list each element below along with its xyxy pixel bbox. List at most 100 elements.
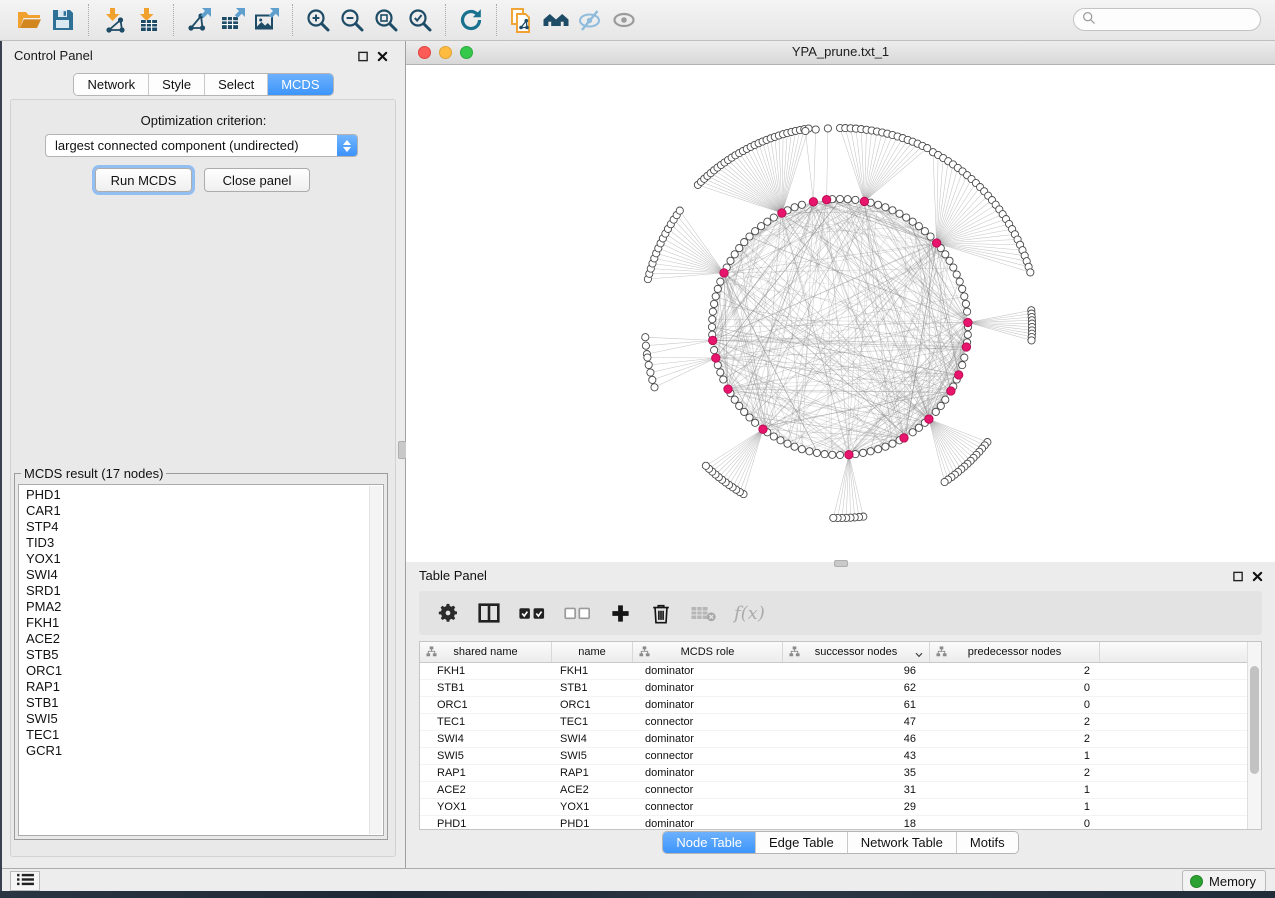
gear-icon[interactable] <box>436 598 460 628</box>
table-scrollbar[interactable] <box>1247 642 1261 829</box>
mcds-result-item[interactable]: RAP1 <box>26 679 369 695</box>
table-cell: PHD1 <box>420 816 552 830</box>
console-list-button[interactable] <box>10 871 40 891</box>
column-header-successor-nodes[interactable]: successor nodes <box>783 642 930 662</box>
tab-network-table[interactable]: Network Table <box>847 832 956 853</box>
duplicate-network-icon[interactable] <box>505 5 539 35</box>
columns-icon[interactable] <box>477 598 501 628</box>
select-all-icon[interactable] <box>518 598 546 628</box>
list-scrollbar[interactable] <box>369 486 382 834</box>
horizontal-splitter-handle[interactable] <box>834 560 848 567</box>
delete-icon[interactable] <box>649 598 673 628</box>
criterion-dropdown[interactable]: largest connected component (undirected) <box>45 134 358 157</box>
column-label: MCDS role <box>681 646 735 658</box>
search-input[interactable] <box>1100 11 1275 28</box>
export-image-icon[interactable] <box>250 5 284 35</box>
save-session-icon[interactable] <box>46 5 80 35</box>
table-cell: SWI5 <box>420 748 552 764</box>
shared-column-icon <box>789 646 800 660</box>
zoom-fit-icon[interactable] <box>369 5 403 35</box>
add-icon[interactable] <box>608 598 632 628</box>
close-panel-icon[interactable] <box>1252 570 1263 585</box>
mcds-result-item[interactable]: PMA2 <box>26 599 369 615</box>
function-icon[interactable]: f(x) <box>734 598 765 628</box>
mcds-result-item[interactable]: PHD1 <box>26 487 369 503</box>
shared-column-icon <box>936 646 947 660</box>
table-cell: TEC1 <box>420 714 552 730</box>
tab-motifs[interactable]: Motifs <box>956 832 1018 853</box>
table-row[interactable]: FKH1FKH1dominator962 <box>420 663 1261 680</box>
run-mcds-button[interactable]: Run MCDS <box>95 168 192 192</box>
criterion-value: largest connected component (undirected) <box>46 138 299 153</box>
tab-network[interactable]: Network <box>74 74 148 95</box>
tab-style[interactable]: Style <box>148 74 204 95</box>
table-row[interactable]: YOX1YOX1connector291 <box>420 799 1261 816</box>
mcds-result-item[interactable]: FKH1 <box>26 615 369 631</box>
refresh-icon[interactable] <box>454 5 488 35</box>
export-network-icon[interactable] <box>182 5 216 35</box>
column-label: predecessor nodes <box>968 646 1062 658</box>
zoom-selected-icon[interactable] <box>403 5 437 35</box>
table-row[interactable]: RAP1RAP1dominator352 <box>420 765 1261 782</box>
column-header-name[interactable]: name <box>552 642 633 662</box>
mcds-result-item[interactable]: ACE2 <box>26 631 369 647</box>
column-header-MCDS-role[interactable]: MCDS role <box>633 642 783 662</box>
first-neighbors-icon[interactable] <box>539 5 573 35</box>
mcds-result-item[interactable]: STB1 <box>26 695 369 711</box>
network-title: YPA_prune.txt_1 <box>406 44 1275 59</box>
table-cell: ACE2 <box>420 782 552 798</box>
table-cell: ACE2 <box>552 782 633 798</box>
network-canvas[interactable] <box>406 65 1275 562</box>
column-header-predecessor-nodes[interactable]: predecessor nodes <box>930 642 1100 662</box>
desktop-wallpaper <box>0 41 2 891</box>
memory-status-icon <box>1190 875 1203 888</box>
mcds-result-item[interactable]: SWI4 <box>26 567 369 583</box>
mcds-result-item[interactable]: GCR1 <box>26 743 369 759</box>
table-row[interactable]: STB1STB1dominator620 <box>420 680 1261 697</box>
memory-button[interactable]: Memory <box>1182 870 1266 892</box>
column-header-shared-name[interactable]: shared name <box>420 642 552 662</box>
search-box[interactable] <box>1073 8 1261 31</box>
table-row[interactable]: PHD1PHD1dominator180 <box>420 816 1261 830</box>
mcds-result-list[interactable]: PHD1CAR1STP4TID3YOX1SWI4SRD1PMA2FKH1ACE2… <box>18 484 384 836</box>
float-panel-icon[interactable] <box>1233 570 1244 585</box>
show-all-icon[interactable] <box>607 5 641 35</box>
float-panel-icon[interactable] <box>358 50 369 65</box>
zoom-out-icon[interactable] <box>335 5 369 35</box>
hide-selected-icon[interactable] <box>573 5 607 35</box>
mcds-result-item[interactable]: STP4 <box>26 519 369 535</box>
mcds-result-item[interactable]: TID3 <box>26 535 369 551</box>
zoom-in-icon[interactable] <box>301 5 335 35</box>
table-row[interactable]: ORC1ORC1dominator610 <box>420 697 1261 714</box>
import-table-icon[interactable] <box>131 5 165 35</box>
tab-edge-table[interactable]: Edge Table <box>755 832 847 853</box>
mcds-result-item[interactable]: STB5 <box>26 647 369 663</box>
mcds-result-item[interactable]: SWI5 <box>26 711 369 727</box>
tab-select[interactable]: Select <box>204 74 267 95</box>
mcds-result-item[interactable]: ORC1 <box>26 663 369 679</box>
tab-node-table[interactable]: Node Table <box>663 832 755 853</box>
export-table-icon[interactable] <box>216 5 250 35</box>
table-row[interactable]: ACE2ACE2connector311 <box>420 782 1261 799</box>
table-cell: connector <box>633 782 783 798</box>
table-row[interactable]: SWI5SWI5connector431 <box>420 748 1261 765</box>
mcds-result-item[interactable]: TEC1 <box>26 727 369 743</box>
close-panel-button[interactable]: Close panel <box>204 168 310 192</box>
open-file-icon[interactable] <box>12 5 46 35</box>
network-titlebar[interactable]: YPA_prune.txt_1 <box>406 41 1275 65</box>
table-row[interactable]: TEC1TEC1connector472 <box>420 714 1261 731</box>
mcds-result-item[interactable]: CAR1 <box>26 503 369 519</box>
mcds-result-item[interactable]: SRD1 <box>26 583 369 599</box>
table-cell: dominator <box>633 680 783 696</box>
import-network-icon[interactable] <box>97 5 131 35</box>
table-panel: Table Panel f(x) shared namenameMCDS rol… <box>406 562 1275 868</box>
mcds-result-item[interactable]: YOX1 <box>26 551 369 567</box>
memory-label: Memory <box>1209 874 1256 889</box>
delete-table-icon[interactable] <box>690 598 717 628</box>
tab-mcds[interactable]: MCDS <box>267 74 332 95</box>
table-row[interactable]: SWI4SWI4dominator462 <box>420 731 1261 748</box>
status-bar: Memory <box>0 868 1275 891</box>
close-panel-icon[interactable] <box>377 50 388 65</box>
deselect-all-icon[interactable] <box>563 598 591 628</box>
table-scrollbar-thumb[interactable] <box>1250 666 1259 774</box>
